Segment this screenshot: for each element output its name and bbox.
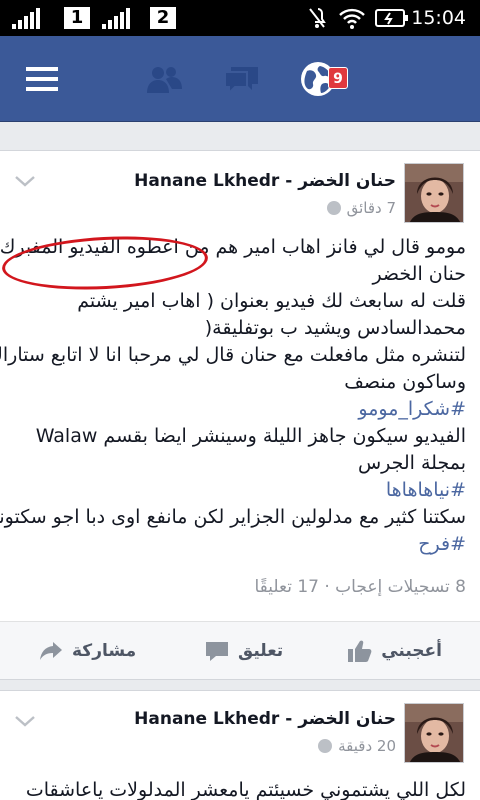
post-body: لكل اللي يشتموني خسيئتم يامعشر المدلولات… bbox=[10, 777, 466, 800]
post-line: محمدالسادس ويشيد ب بوتفليقة( bbox=[204, 317, 466, 339]
post-line: حنان الخضر bbox=[372, 263, 466, 285]
wifi-icon bbox=[339, 8, 365, 29]
avatar[interactable] bbox=[404, 163, 464, 223]
privacy-public-icon bbox=[318, 739, 333, 753]
post-line: بمجلة الجرس bbox=[357, 452, 466, 474]
top-nav-bar: 9 bbox=[0, 36, 480, 122]
post-author-name[interactable]: Hanane Lkhedr - حنان الخضر bbox=[134, 709, 396, 729]
profile-photo bbox=[405, 704, 463, 762]
vibrate-off-icon bbox=[309, 8, 326, 28]
share-button[interactable]: مشاركة bbox=[38, 622, 136, 680]
clock: 15:04 bbox=[411, 7, 466, 29]
menu-button[interactable] bbox=[14, 36, 70, 122]
share-icon bbox=[40, 642, 62, 660]
avatar[interactable] bbox=[404, 703, 464, 763]
post-line: لتنشره مثل مافعلت مع حنان قال لي مرحبا ا… bbox=[0, 344, 466, 366]
post-options-chevron-icon[interactable] bbox=[14, 713, 36, 729]
post-card: Hanane Lkhedr - حنان الخضر 20 دقيقة لكل … bbox=[0, 690, 480, 800]
comment-icon bbox=[206, 642, 228, 661]
post-card: Hanane Lkhedr - حنان الخضر 7 دقائق مومو … bbox=[0, 150, 480, 680]
comment-label: تعليق bbox=[238, 641, 284, 661]
post-options-chevron-icon[interactable] bbox=[14, 173, 36, 189]
notifications-badge: 9 bbox=[328, 67, 348, 89]
friend-requests-icon bbox=[147, 67, 182, 93]
signal-1-icon bbox=[12, 7, 48, 29]
hashtag-link[interactable]: #شكرا_مومو bbox=[10, 396, 466, 423]
post-time-label: 20 دقيقة bbox=[338, 737, 396, 755]
post-line: الفيديو سيكون جاهز الليلة وسينشر ايضا بق… bbox=[35, 425, 466, 447]
privacy-public-icon bbox=[326, 201, 341, 215]
status-bar: 1 2 15:04 bbox=[0, 0, 480, 36]
hashtag-link[interactable]: #فرح bbox=[10, 531, 466, 558]
post-line: مومو قال لي فانز اهاب امير هم من اعطوه ا… bbox=[0, 236, 466, 258]
post-author-name[interactable]: Hanane Lkhedr - حنان الخضر bbox=[134, 171, 396, 191]
post-actions-bar: أعجبني تعليق مشاركة bbox=[0, 621, 480, 679]
friend-requests-button[interactable] bbox=[136, 36, 192, 122]
sim-1-label: 1 bbox=[64, 7, 90, 29]
post-timestamp: 7 دقائق bbox=[326, 199, 396, 217]
post-line: قلت له سابعث لك فيديو بعنوان ( اهاب امير… bbox=[77, 290, 466, 312]
thumbs-up-icon bbox=[348, 640, 372, 662]
post-stats[interactable]: 8 تسجيلات إعجاب · 17 تعليقًا bbox=[254, 577, 466, 597]
battery-icon bbox=[375, 9, 408, 27]
sim-2-label: 2 bbox=[150, 7, 176, 29]
menu-icon bbox=[26, 67, 58, 91]
profile-photo bbox=[405, 164, 463, 222]
hashtag-link[interactable]: #نياهاهاها bbox=[10, 477, 466, 504]
messages-button[interactable] bbox=[214, 36, 270, 122]
share-label: مشاركة bbox=[72, 641, 137, 661]
comment-button[interactable]: تعليق bbox=[204, 622, 283, 680]
like-label: أعجبني bbox=[381, 641, 442, 661]
signal-2-icon bbox=[102, 7, 138, 29]
messages-icon bbox=[224, 67, 258, 95]
like-button[interactable]: أعجبني bbox=[347, 622, 442, 680]
post-body: مومو قال لي فانز اهاب امير هم من اعطوه ا… bbox=[0, 234, 466, 558]
notifications-button[interactable]: 9 bbox=[290, 36, 348, 122]
post-line: وساكون منصف bbox=[344, 371, 466, 393]
post-timestamp: 20 دقيقة bbox=[318, 737, 396, 755]
post-line: سكتنا كثير مع مدلولين الجزاير لكن مانفع … bbox=[0, 506, 466, 528]
post-time-label: 7 دقائق bbox=[346, 199, 396, 217]
post-line: لكل اللي يشتموني خسيئتم يامعشر المدلولات… bbox=[25, 779, 466, 800]
feed-spacer bbox=[0, 123, 480, 152]
